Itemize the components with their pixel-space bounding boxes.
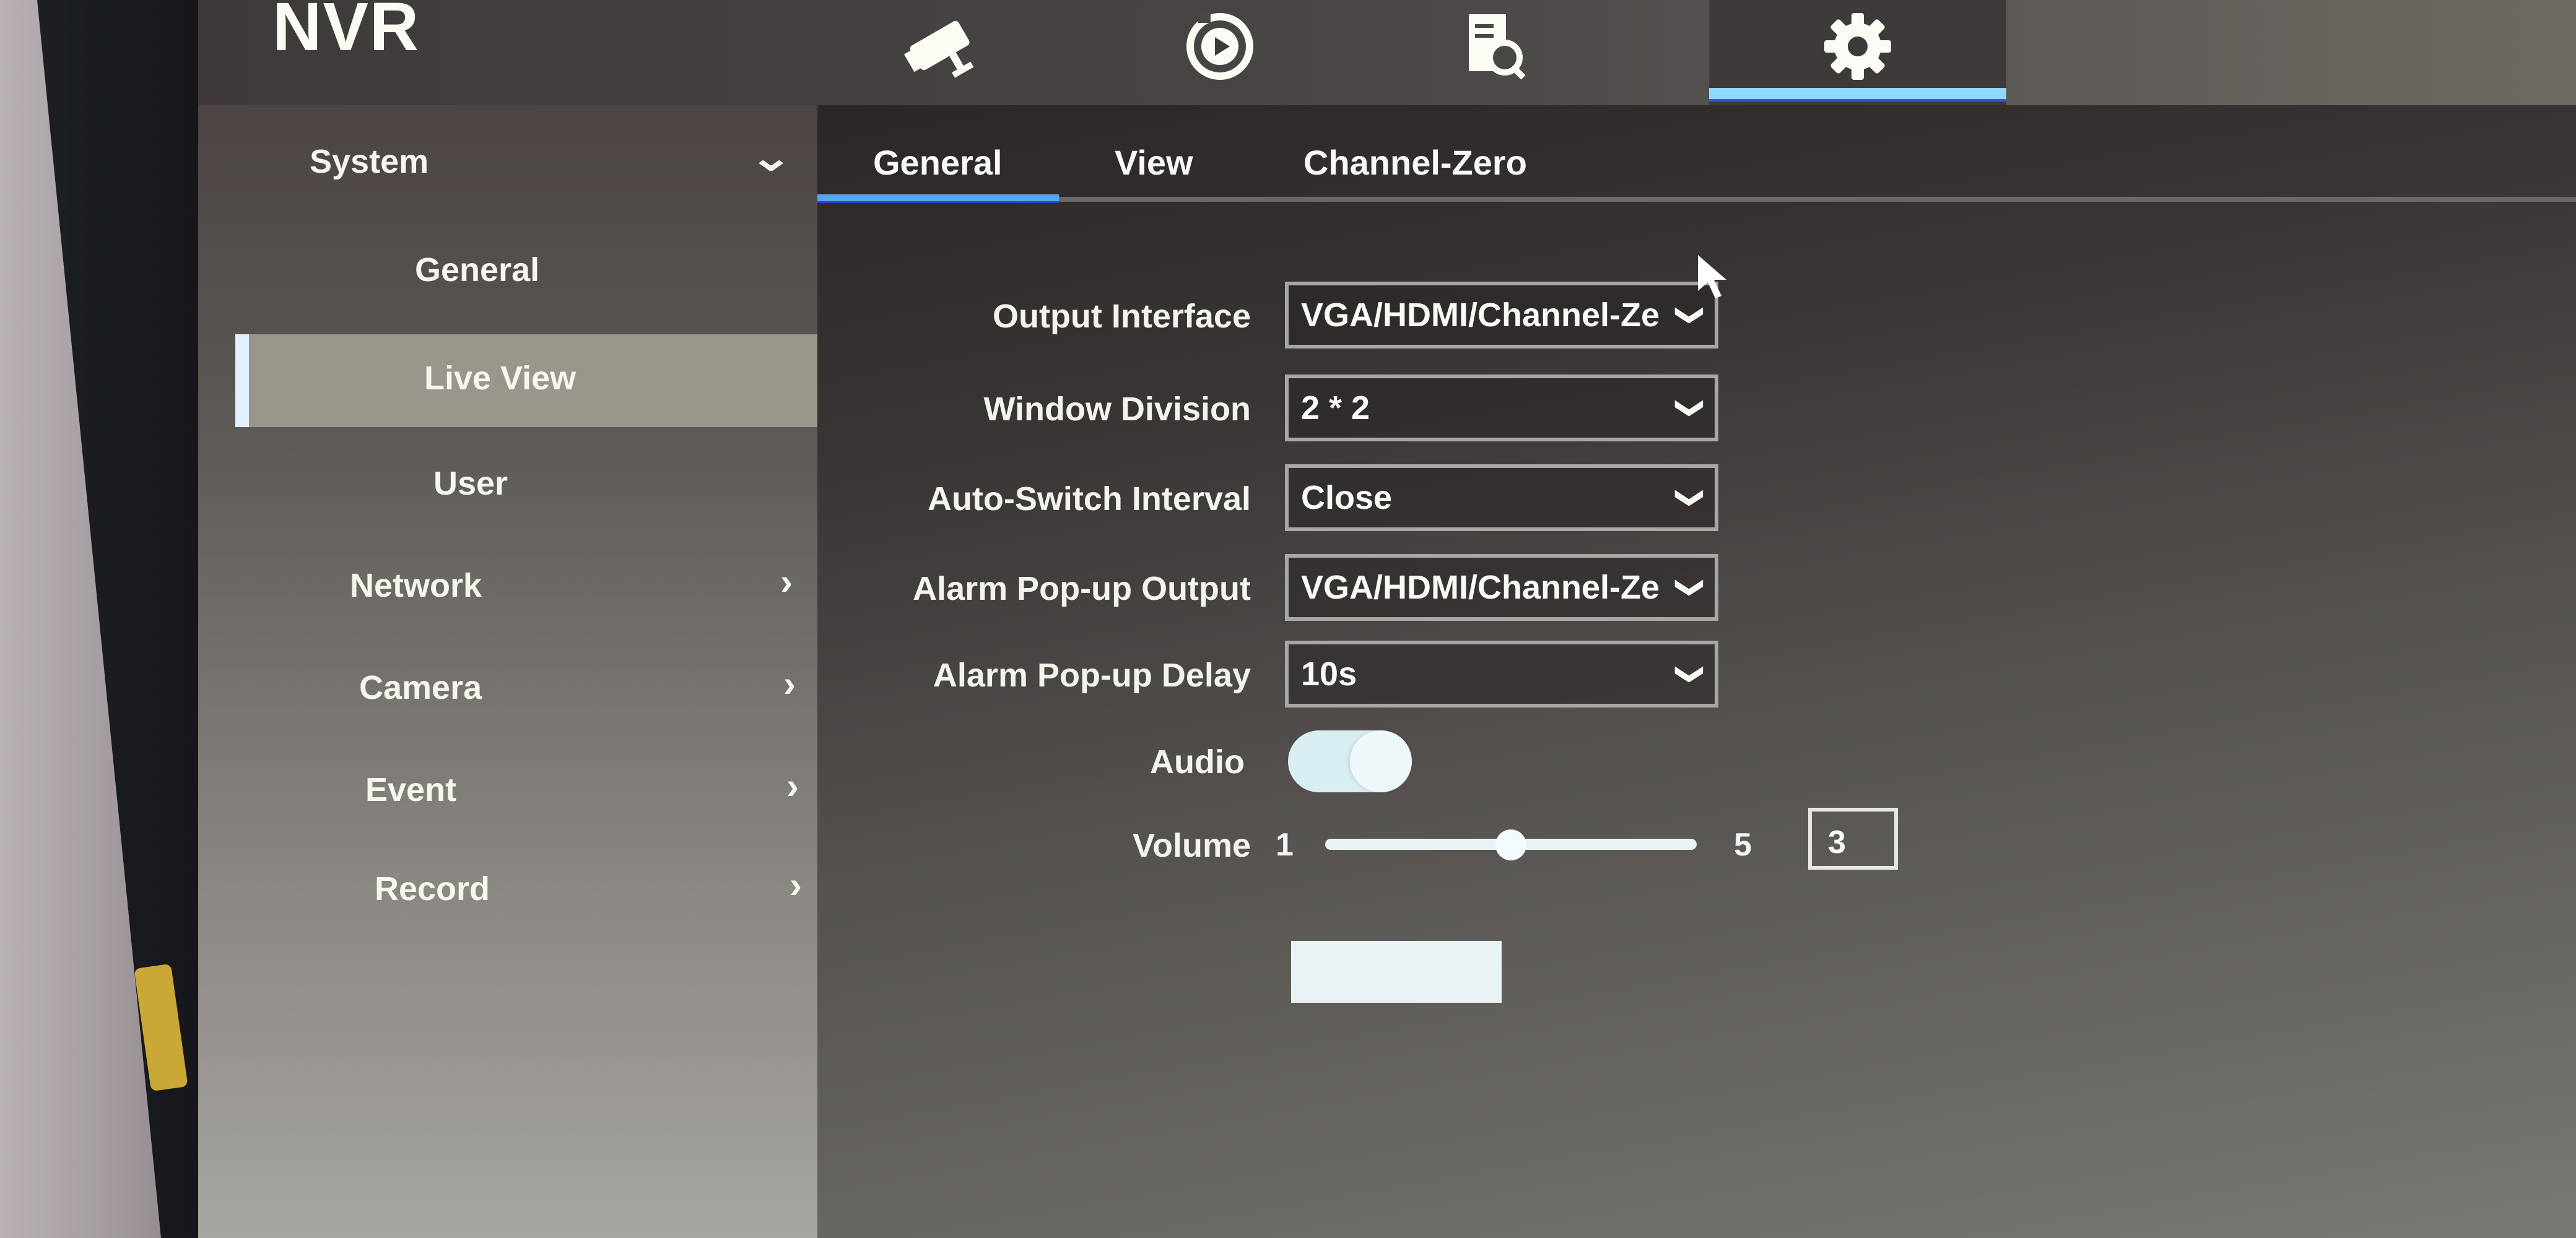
chevron-down-icon[interactable]: ⌄ — [749, 136, 793, 180]
window-division-label: Window Division — [983, 391, 1251, 428]
tab-channel-zero[interactable]: Channel-Zero — [1303, 142, 1527, 183]
sidebar-active-indicator — [235, 334, 249, 427]
mouse-cursor-icon — [1698, 255, 1726, 298]
sidebar-group-label: System — [310, 143, 429, 180]
tab-active-indicator — [817, 194, 1059, 203]
auto-switch-interval-select[interactable]: Close ❯ — [1285, 464, 1718, 531]
tab-view[interactable]: View — [1115, 142, 1193, 183]
sidebar-item-label: User — [433, 465, 508, 502]
camera-icon — [903, 20, 974, 78]
nav-active-indicator — [1709, 88, 2006, 102]
chevron-right-icon[interactable]: › — [783, 662, 796, 705]
select-value: 2 * 2 — [1301, 389, 1370, 426]
tab-general[interactable]: General — [873, 142, 1003, 183]
playback-icon — [1186, 12, 1253, 80]
audio-toggle[interactable] — [1288, 730, 1412, 792]
alarm-popup-output-label: Alarm Pop-up Output — [913, 570, 1251, 607]
auto-switch-interval-label: Auto-Switch Interval — [927, 480, 1251, 517]
chevron-down-icon: ❯ — [1676, 576, 1707, 599]
output-interface-label: Output Interface — [992, 298, 1251, 335]
sidebar-group-system[interactable]: System — [310, 142, 429, 181]
alarm-popup-delay-label: Alarm Pop-up Delay — [933, 657, 1251, 694]
sidebar-item-record[interactable]: Record — [375, 870, 490, 908]
chevron-down-icon: ❯ — [1676, 662, 1707, 686]
sidebar-item-label: Live View — [424, 360, 577, 397]
nav-live-view-button[interactable] — [892, 0, 1003, 93]
chevron-right-icon[interactable]: › — [780, 560, 793, 603]
volume-max: 5 — [1734, 827, 1752, 863]
nvr-screen: NVR System ⌄ General Live View User Netw… — [198, 0, 2576, 1238]
chevron-down-icon: ❯ — [1676, 303, 1707, 327]
apply-button[interactable]: Apply — [1291, 941, 1502, 1003]
audio-label: Audio — [1150, 743, 1245, 781]
volume-label: Volume — [1132, 827, 1251, 864]
chevron-right-icon[interactable]: › — [786, 764, 799, 807]
gear-icon — [1824, 13, 1891, 80]
volume-value-input[interactable]: 3 — [1808, 808, 1898, 870]
settings-content: General View Channel-Zero Output Interfa… — [817, 105, 2576, 1238]
nav-playback-button[interactable] — [1164, 0, 1276, 93]
sidebar-item-event[interactable]: Event — [365, 771, 456, 809]
top-navigation-bar: NVR — [198, 0, 2576, 105]
sidebar-item-label: Event — [365, 771, 457, 808]
volume-slider-handle[interactable] — [1495, 829, 1526, 860]
window-division-select[interactable]: 2 * 2 ❯ — [1285, 374, 1718, 441]
chevron-down-icon: ❯ — [1676, 396, 1707, 420]
select-value: Close — [1301, 479, 1393, 516]
chevron-right-icon[interactable]: › — [790, 864, 802, 906]
sidebar-item-general[interactable]: General — [415, 251, 539, 289]
select-value: VGA/HDMI/Channel-Ze — [1301, 297, 1660, 334]
sidebar-item-label: Record — [375, 870, 490, 907]
tab-divider — [817, 197, 2576, 202]
file-search-icon — [1469, 14, 1526, 80]
sidebar-item-label: General — [415, 251, 540, 288]
sidebar: System ⌄ General Live View User Network … — [198, 105, 817, 1238]
sidebar-item-user[interactable]: User — [433, 464, 508, 503]
toggle-knob — [1350, 730, 1412, 792]
nav-settings-button[interactable] — [1802, 0, 1913, 93]
select-value: VGA/HDMI/Channel-Ze — [1301, 569, 1660, 606]
alarm-popup-output-select[interactable]: VGA/HDMI/Channel-Ze ❯ — [1285, 554, 1718, 621]
app-logo: NVR — [272, 0, 420, 65]
sidebar-item-camera[interactable]: Camera — [359, 669, 482, 707]
sidebar-item-network[interactable]: Network — [350, 566, 482, 605]
sidebar-item-label: Camera — [359, 669, 482, 706]
chevron-down-icon: ❯ — [1676, 486, 1707, 509]
sidebar-item-live-view[interactable]: Live View — [424, 359, 576, 397]
output-interface-select[interactable]: VGA/HDMI/Channel-Ze ❯ — [1285, 282, 1718, 348]
nav-search-button[interactable] — [1437, 0, 1548, 93]
volume-min: 1 — [1276, 827, 1294, 863]
sidebar-item-label: Network — [350, 567, 482, 604]
select-value: 10s — [1301, 656, 1357, 693]
alarm-popup-delay-select[interactable]: 10s ❯ — [1285, 641, 1718, 708]
